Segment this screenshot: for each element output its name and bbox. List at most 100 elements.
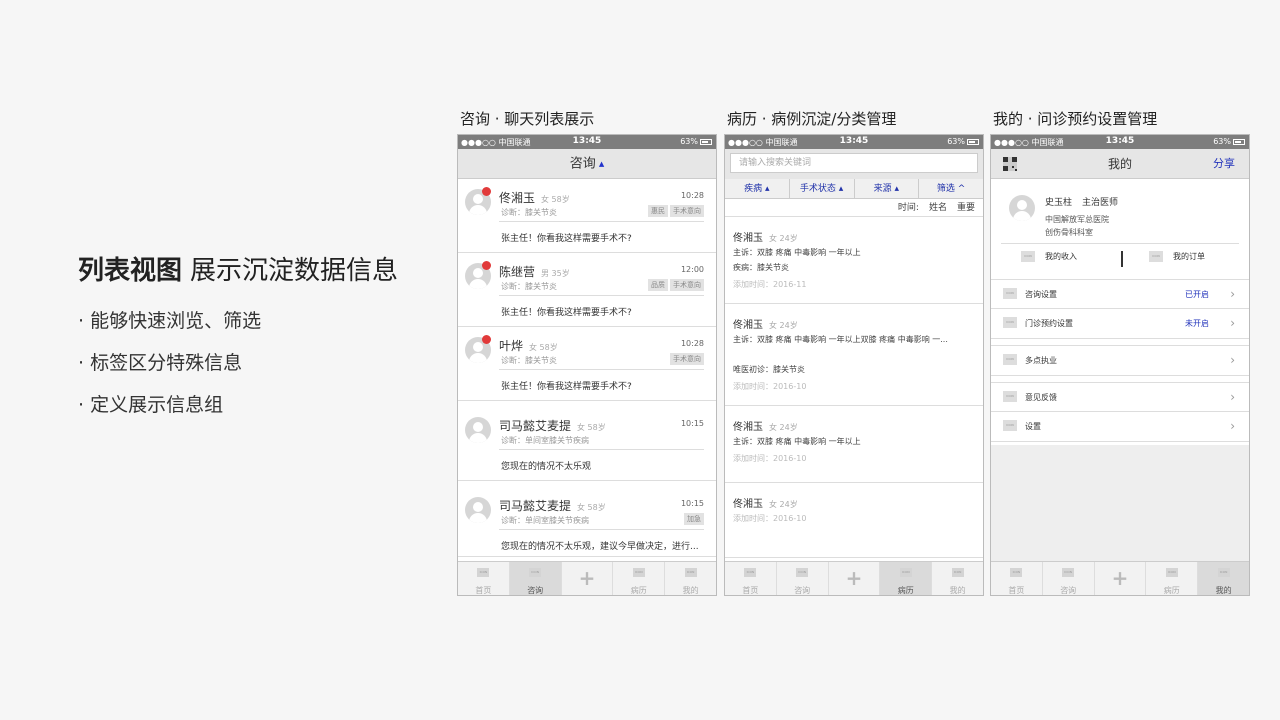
tag-group: 加急 <box>684 513 704 525</box>
orders-button[interactable]: ICON 我的订单 <box>1149 251 1205 262</box>
battery-percent: 63% <box>1213 137 1231 146</box>
tab-icon: ICON <box>632 568 645 577</box>
contact-name: 陈继营男 35岁 <box>499 263 570 280</box>
sort-option-name[interactable]: 姓名 <box>929 203 947 213</box>
divider <box>1001 243 1239 244</box>
status-badge: 品质 <box>648 279 668 291</box>
settings-row[interactable]: ICON 多点执业 › <box>991 346 1249 375</box>
message-time: 12:00 <box>680 265 704 274</box>
sort-option-important[interactable]: 重要 <box>957 203 975 213</box>
patient-meta: 女 24岁 <box>769 423 798 432</box>
settings-row[interactable]: ICON 门诊预约设置 未开启 › <box>991 309 1249 338</box>
settings-group: ICON 意见反馈 › ICON 设置 › <box>991 382 1249 442</box>
doctor-title: 主治医师 <box>1082 198 1119 208</box>
tab-bar: ICON 首页 ICON 咨询 + ICON 病历 ICON 我的 <box>991 561 1249 595</box>
chat-list-item[interactable]: 司马懿艾麦提女 58岁 10:15 诊断：单间室膝关节疾病 加急 您现在的情况不太乐观，… <box>458 481 716 557</box>
doctor-profile[interactable]: 史玉柱 主治医师 中国解放军总医院 创伤骨科科室 ICON 我的收入 ICON 我的订… <box>991 179 1249 271</box>
patient-name-text: 佟湘玉 <box>733 320 763 331</box>
chat-navbar[interactable]: 咨询 ▲ <box>458 149 716 179</box>
added-time: 添加时间：2016-10 <box>733 454 807 463</box>
contact-name-text: 佟湘玉 <box>499 191 536 205</box>
chat-list-item[interactable]: 叶烨女 58岁 10:28 诊断：膝关节炎 手术意向 张主任！你看我这样需要手术不? <box>458 327 716 401</box>
battery: 63% <box>1213 137 1245 146</box>
setting-icon: ICON <box>1003 354 1017 365</box>
tab-item[interactable]: ICON 我的 <box>665 562 716 595</box>
divider <box>1121 251 1123 267</box>
orders-label: 我的订单 <box>1173 252 1205 261</box>
setting-icon: ICON <box>1003 317 1017 328</box>
case-record[interactable]: 佟湘玉女 24岁 主诉：双膝 疼痛 中毒影响 一年以上 疾病：膝关节炎 添加时间：20… <box>725 217 983 304</box>
patient-name-text: 佟湘玉 <box>733 233 763 244</box>
tab-bar: ICON 首页 ICON 咨询 + ICON 病历 ICON 我的 <box>725 561 983 595</box>
tab-item[interactable]: ICON 首页 <box>991 562 1043 595</box>
patient-name: 佟湘玉女 24岁 <box>733 418 798 433</box>
case-detail: 主诉：双膝 疼痛 中毒影响 一年以上 <box>733 437 861 446</box>
tab-add[interactable]: + <box>829 562 881 595</box>
divider <box>499 449 704 450</box>
tab-item[interactable]: ICON 首页 <box>725 562 777 595</box>
diagnosis-text: 诊断：膝关节炎 <box>501 356 557 365</box>
patient-name: 佟湘玉女 24岁 <box>733 316 798 331</box>
diagnosis-text: 诊断：膝关节炎 <box>501 208 557 217</box>
case-detail: 疾病：膝关节炎 <box>733 263 789 272</box>
chat-list-item[interactable]: 司马懿艾麦提女 58岁 10:15 诊断：单间室膝关节疾病 您现在的情况不太乐观 <box>458 401 716 481</box>
message-time: 10:15 <box>680 419 704 428</box>
filter-tab[interactable]: 来源 ▴ <box>855 179 920 198</box>
tab-icon: ICON <box>899 568 912 577</box>
settings-row[interactable]: ICON 意见反馈 › <box>991 383 1249 412</box>
patient-meta: 女 24岁 <box>769 500 798 509</box>
tab-item[interactable]: ICON 首页 <box>458 562 510 595</box>
divider <box>499 529 704 530</box>
tab-icon: ICON <box>1165 568 1178 577</box>
case-record[interactable]: 佟湘玉女 24岁主诉：双膝 疼痛 中毒影响 一年以上 添加时间：2016-10 <box>725 406 983 483</box>
settings-list: ICON 咨询设置 已开启 › ICON 门诊预约设置 未开启 › ICON 多点执业 › ICON 意… <box>991 279 1249 442</box>
tab-label: 病历 <box>897 586 914 595</box>
tab-item[interactable]: ICON 病历 <box>880 562 933 595</box>
chevron-right-icon: › <box>1230 353 1235 367</box>
tab-item[interactable]: ICON 咨询 <box>777 562 829 595</box>
contact-name: 叶烨女 58岁 <box>499 337 558 354</box>
patient-name-text: 佟湘玉 <box>733 422 763 433</box>
chat-list-item[interactable]: 陈继营男 35岁 12:00 诊断：膝关节炎 品质 手术意向 张主任！你看我这样需要手术不… <box>458 253 716 327</box>
setting-label: 设置 <box>1025 422 1041 431</box>
filter-tab[interactable]: 筛选 ^ <box>919 179 983 198</box>
settings-row[interactable]: ICON 咨询设置 已开启 › <box>991 280 1249 309</box>
tab-add[interactable]: + <box>562 562 614 595</box>
search-input[interactable]: 请输入搜索关键词 <box>730 153 978 173</box>
tab-item[interactable]: ICON 我的 <box>932 562 983 595</box>
unread-dot <box>482 187 491 196</box>
chat-list-item[interactable]: 佟湘玉女 58岁 10:28 诊断：膝关节炎 惠民 手术意向 张主任！你看我这样需要手术不… <box>458 179 716 253</box>
tab-item[interactable]: ICON 我的 <box>1198 562 1249 595</box>
hospital-name: 中国解放军总医院 <box>1045 215 1109 224</box>
tab-item[interactable]: ICON 病历 <box>613 562 666 595</box>
share-button[interactable]: 分享 <box>1213 149 1235 179</box>
tab-item[interactable]: ICON 咨询 <box>1043 562 1095 595</box>
contact-meta: 男 35岁 <box>541 269 570 278</box>
tab-item[interactable]: ICON 咨询 <box>509 562 562 595</box>
case-record[interactable]: 佟湘玉女 24岁 主诉：双膝 疼痛 中毒影响 一年以上双膝 疼痛 中毒影响 一..… <box>725 304 983 406</box>
bullet-item: · 定义展示信息组 <box>78 394 224 416</box>
status-bar: ●●●○○ 中国联通 13:45 63% <box>991 135 1249 149</box>
battery: 63% <box>947 137 979 146</box>
income-button[interactable]: ICON 我的收入 <box>1021 251 1077 262</box>
contact-meta: 女 58岁 <box>577 423 606 432</box>
patient-meta: 女 24岁 <box>769 234 798 243</box>
tab-label: 我的 <box>1215 586 1232 595</box>
status-time: 13:45 <box>839 136 869 146</box>
slide-title-bold: 列表视图 <box>78 256 183 286</box>
contact-meta: 女 58岁 <box>541 195 570 204</box>
filter-tab[interactable]: 手术状态 ▴ <box>790 179 855 198</box>
slide-title-light: 展示沉淀数据信息 <box>190 256 399 286</box>
avatar <box>1009 195 1035 221</box>
filter-tab[interactable]: 疾病 ▴ <box>725 179 790 198</box>
battery: 63% <box>680 137 712 146</box>
settings-row[interactable]: ICON 设置 › <box>991 412 1249 441</box>
tab-add[interactable]: + <box>1095 562 1147 595</box>
tab-label: 我的 <box>949 586 966 595</box>
status-badge: 加急 <box>684 513 704 525</box>
case-record[interactable]: 佟湘玉女 24岁 添加时间：2016-10 <box>725 483 983 558</box>
avatar <box>465 417 491 443</box>
chat-phone: ●●●○○ 中国联通 13:45 63% 咨询 ▲ 佟湘玉女 58岁 10:28 诊断… <box>457 134 717 596</box>
tab-item[interactable]: ICON 病历 <box>1146 562 1199 595</box>
background-fill <box>991 445 1249 561</box>
